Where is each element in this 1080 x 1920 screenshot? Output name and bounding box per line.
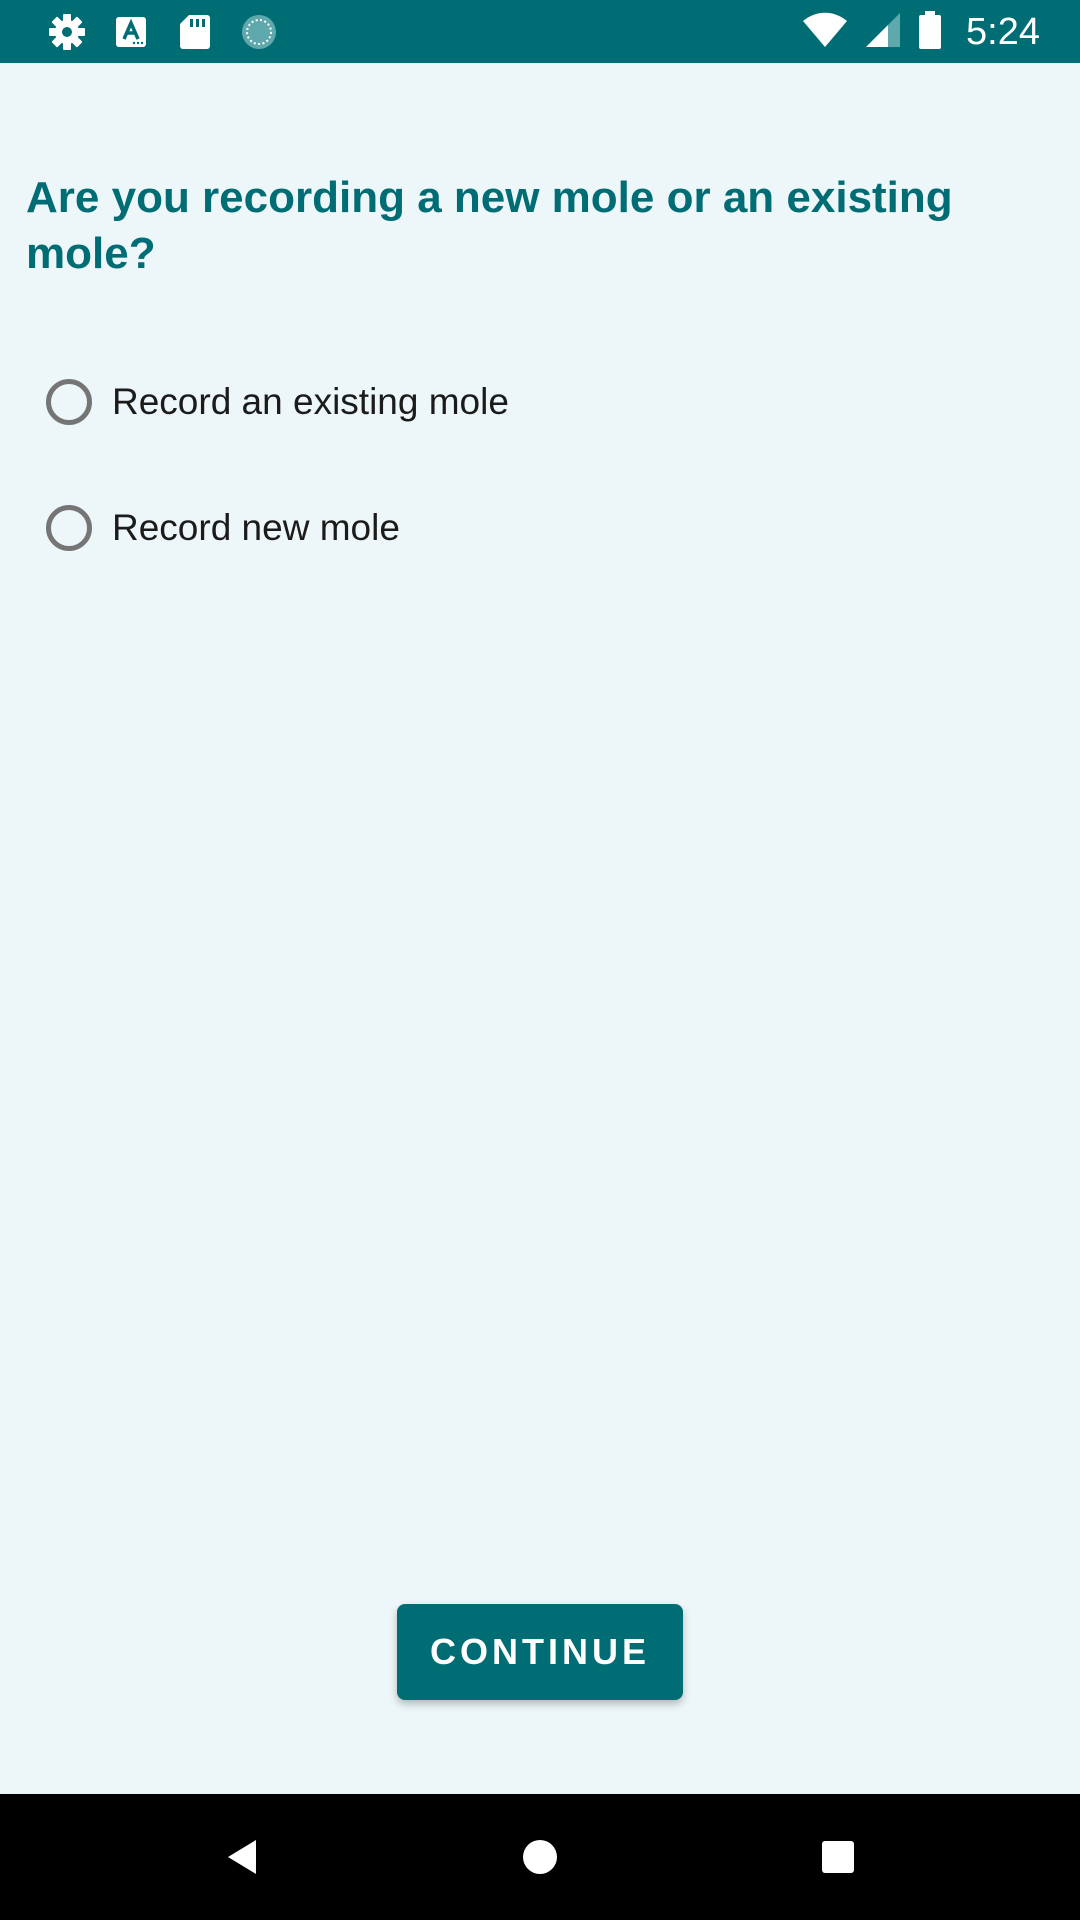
- continue-button[interactable]: CONTINUE: [397, 1604, 683, 1700]
- recents-icon[interactable]: [806, 1825, 870, 1889]
- status-bar: 5:24: [0, 0, 1080, 63]
- gear-icon: [46, 11, 88, 53]
- mole-type-radio-group: Record an existing mole Record new mole: [46, 366, 1026, 618]
- radio-label: Record an existing mole: [112, 381, 509, 422]
- radio-option-existing-mole[interactable]: Record an existing mole: [46, 366, 1026, 438]
- text-a-icon: [110, 11, 152, 53]
- navigation-bar: [0, 1794, 1080, 1920]
- page-title: Are you recording a new mole or an exist…: [26, 173, 953, 278]
- clock: 5:24: [966, 10, 1040, 53]
- sd-card-icon: [174, 11, 216, 53]
- sync-progress-icon: [238, 11, 280, 53]
- notification-icons: [46, 10, 280, 54]
- battery-icon: [918, 10, 942, 55]
- radio-option-new-mole[interactable]: Record new mole: [46, 492, 1026, 564]
- system-status-icons: 5:24: [802, 8, 1040, 56]
- wifi-icon: [802, 12, 848, 53]
- back-icon[interactable]: [210, 1825, 274, 1889]
- cell-signal-icon: [864, 11, 902, 54]
- radio-button[interactable]: [46, 379, 92, 425]
- radio-button[interactable]: [46, 505, 92, 551]
- radio-label: Record new mole: [112, 507, 400, 548]
- home-icon[interactable]: [508, 1825, 572, 1889]
